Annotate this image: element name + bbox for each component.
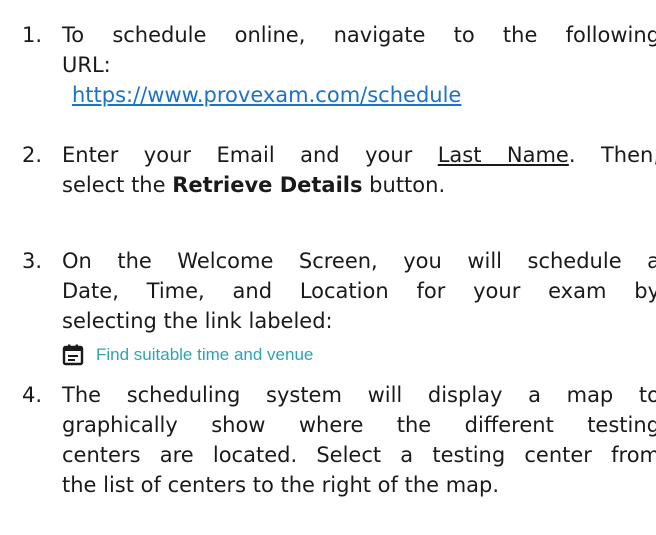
step-text: select the Retrieve Details button. [62,170,445,200]
step-number: 1. [22,23,43,47]
last-name-term: Last Name [437,143,569,167]
instructions-document: 1. To schedule online, navigate to the f… [0,0,656,535]
find-venue-link[interactable]: Find suitable time and venue [62,340,313,370]
schedule-url-link[interactable]: https://www.provexam.com/schedule [72,80,461,110]
step-text: To schedule online, navigate to the foll… [62,23,656,47]
step-number: 3. [22,249,43,273]
step-text-part: button. [362,173,446,197]
step-number: 4. [22,383,43,407]
find-venue-link-text[interactable]: Find suitable time and venue [96,340,313,370]
step-text: The scheduling system will display a map… [62,383,656,407]
calendar-icon [62,344,84,366]
step-text: centers are located. Select a testing ce… [62,443,656,467]
retrieve-details-term: Retrieve Details [172,173,363,197]
step-text-part: Enter your Email and your [62,143,438,167]
step-text: selecting the link labeled: [62,309,333,333]
step-text: the list of centers to the right of the … [62,473,500,497]
step-text: graphically show where the different tes… [62,413,656,437]
step-number: 2. [22,143,43,167]
step-text-part: . Then, [568,143,656,167]
step-text: Date, Time, and Location for your exam b… [62,279,656,303]
step-text-part: select the [62,173,173,197]
step-text: Enter your Email and your Last Name. The… [62,140,656,170]
step-text: URL: [62,53,111,77]
step-text: On the Welcome Screen, you will schedule… [62,249,656,273]
